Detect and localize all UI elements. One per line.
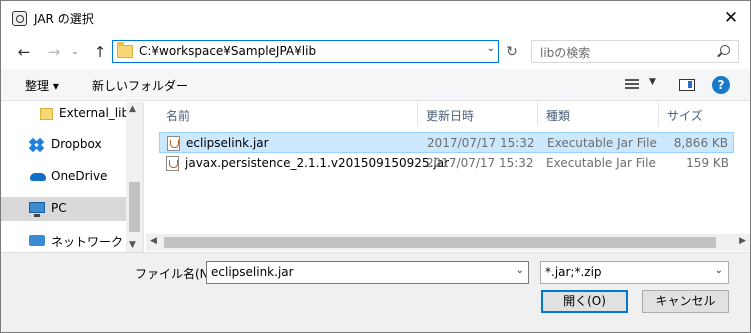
- jar-file-icon: [167, 136, 180, 151]
- scroll-up-icon[interactable]: ▲: [129, 104, 136, 114]
- nav-item-network[interactable]: ネットワーク: [1, 229, 126, 252]
- column-divider[interactable]: [658, 102, 659, 126]
- nav-scrollbar[interactable]: ▲ ▼: [126, 102, 143, 252]
- recent-locations-button[interactable]: ⌄: [68, 41, 82, 63]
- column-header-name[interactable]: 名前: [166, 102, 190, 126]
- file-date: 2017/07/17 15:32: [427, 136, 535, 150]
- cancel-button[interactable]: キャンセル: [642, 290, 729, 313]
- file-list: 名前 ^ 更新日時 種類 サイズ eclipselink.jar 2017/07…: [146, 102, 750, 252]
- file-name: javax.persistence_2.1.1.v201509150925.ja…: [185, 156, 450, 170]
- preview-pane-icon[interactable]: [679, 79, 695, 91]
- network-icon: [29, 235, 45, 246]
- column-header-size[interactable]: サイズ: [667, 102, 703, 126]
- forward-button[interactable]: →: [43, 41, 65, 63]
- folder-icon: [40, 108, 53, 120]
- help-icon[interactable]: ?: [712, 76, 730, 94]
- column-header-date[interactable]: 更新日時: [426, 102, 474, 126]
- view-dropdown-icon[interactable]: ▼: [649, 77, 656, 87]
- column-divider[interactable]: [417, 102, 418, 126]
- filename-field[interactable]: eclipselink.jar ⌄: [206, 261, 529, 284]
- nav-item-external-lib[interactable]: External_lib: [1, 102, 130, 126]
- scroll-right-icon[interactable]: ▶: [739, 236, 746, 246]
- nav-item-label: External_lib: [59, 106, 130, 120]
- folder-icon: [117, 42, 133, 58]
- chevron-down-icon[interactable]: ⌄: [715, 265, 723, 276]
- refresh-button[interactable]: ↻: [501, 41, 523, 63]
- file-type: Executable Jar File: [546, 156, 656, 170]
- toolbar: 整理 ▾ 新しいフォルダー ▼ ?: [1, 69, 750, 101]
- app-icon: [12, 11, 27, 26]
- nav-item-pc[interactable]: PC: [1, 197, 126, 221]
- search-icon[interactable]: [720, 45, 730, 55]
- file-size: 8,866 KB: [673, 136, 728, 150]
- file-type-filter[interactable]: *.jar;*.zip ⌄: [540, 261, 729, 284]
- pc-icon: [29, 202, 45, 217]
- navigation-pane: External_lib Dropbox OneDrive PC ネットワーク …: [1, 102, 144, 252]
- jar-file-icon: [166, 156, 179, 171]
- filter-value: *.jar;*.zip: [545, 265, 602, 279]
- nav-item-label: ネットワーク: [51, 235, 124, 249]
- horizontal-scrollbar[interactable]: ◀ ▶: [146, 234, 750, 251]
- column-header-type[interactable]: 種類: [546, 102, 570, 126]
- scroll-down-icon[interactable]: ▼: [129, 240, 136, 250]
- nav-item-dropbox[interactable]: Dropbox: [1, 133, 126, 157]
- address-bar[interactable]: C:¥workspace¥SampleJPA¥lib ⌄: [112, 40, 499, 63]
- organize-menu[interactable]: 整理 ▾: [25, 77, 59, 94]
- onedrive-icon: [30, 173, 46, 181]
- file-row[interactable]: eclipselink.jar 2017/07/17 15:32 Executa…: [159, 132, 734, 153]
- search-input[interactable]: libの検索: [531, 40, 739, 63]
- address-dropdown-icon[interactable]: ⌄: [487, 43, 495, 54]
- filename-value: eclipselink.jar: [211, 265, 294, 279]
- file-date: 2017/07/17 15:32: [426, 156, 534, 170]
- search-placeholder: libの検索: [540, 46, 591, 60]
- window-title: JAR の選択: [34, 12, 94, 26]
- chevron-down-icon[interactable]: ⌄: [516, 265, 524, 276]
- nav-item-label: PC: [51, 201, 67, 215]
- scroll-left-icon[interactable]: ◀: [150, 236, 157, 246]
- nav-item-label: Dropbox: [51, 137, 102, 151]
- file-row[interactable]: javax.persistence_2.1.1.v201509150925.ja…: [159, 153, 734, 174]
- nav-item-label: OneDrive: [51, 169, 108, 183]
- file-name: eclipselink.jar: [186, 136, 269, 150]
- back-button[interactable]: ←: [13, 41, 35, 63]
- title-bar: JAR の選択 ✕: [1, 1, 750, 35]
- address-path: C:¥workspace¥SampleJPA¥lib: [139, 44, 317, 58]
- dropbox-icon: [28, 137, 45, 153]
- bottom-panel: ファイル名(N): eclipselink.jar ⌄ *.jar;*.zip …: [1, 252, 750, 332]
- nav-item-onedrive[interactable]: OneDrive: [1, 165, 126, 189]
- scroll-thumb[interactable]: [129, 182, 140, 232]
- open-button[interactable]: 開く(O): [541, 290, 628, 313]
- up-button[interactable]: ↑: [89, 41, 111, 63]
- close-button[interactable]: ✕: [716, 3, 746, 33]
- view-options-icon[interactable]: [625, 79, 639, 91]
- column-divider[interactable]: [537, 102, 538, 126]
- scroll-thumb[interactable]: [164, 237, 716, 248]
- jar-select-dialog: JAR の選択 ✕ ← → ⌄ ↑ C:¥workspace¥SampleJPA…: [0, 0, 751, 333]
- sort-ascending-icon: ^: [284, 102, 293, 109]
- file-type: Executable Jar File: [547, 136, 657, 150]
- new-folder-button[interactable]: 新しいフォルダー: [92, 77, 188, 94]
- file-size: 159 KB: [686, 156, 729, 170]
